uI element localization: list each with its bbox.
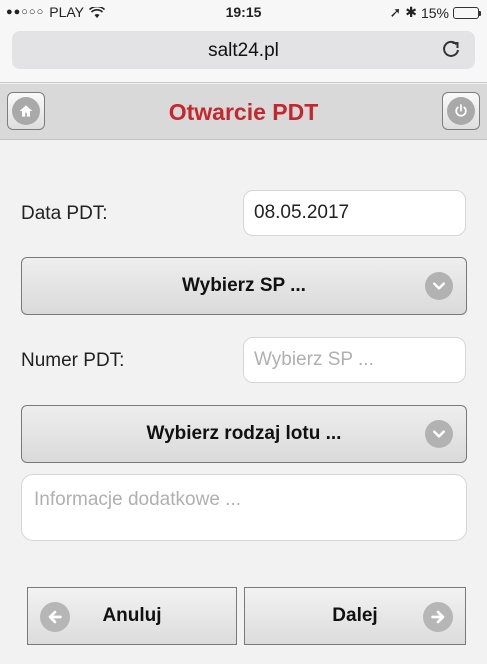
- battery-icon: [453, 6, 481, 19]
- page-title: Otwarcie PDT: [168, 99, 319, 125]
- app-header: Otwarcie PDT: [0, 84, 487, 140]
- browser-toolbar: salt24.pl: [0, 26, 487, 83]
- number-field[interactable]: Wybierz SP ...: [243, 337, 466, 383]
- address-bar[interactable]: salt24.pl: [12, 31, 475, 69]
- power-icon: [447, 97, 475, 125]
- next-button[interactable]: Dalej: [244, 587, 466, 645]
- reload-icon[interactable]: [441, 39, 461, 59]
- number-label: Numer PDT:: [21, 350, 125, 371]
- battery-percent: 15%: [420, 4, 449, 21]
- bluetooth-icon: ✱: [405, 4, 417, 20]
- cancel-button-label: Anuluj: [102, 605, 162, 626]
- flight-type-select[interactable]: Wybierz rodzaj lotu ...: [21, 405, 467, 463]
- additional-info-textarea[interactable]: Informacje dodatkowe ...: [21, 474, 467, 541]
- cancel-button[interactable]: Anuluj: [27, 587, 237, 645]
- sp-select-label: Wybierz SP ...: [182, 275, 306, 296]
- date-field[interactable]: 08.05.2017: [243, 190, 466, 236]
- sp-select[interactable]: Wybierz SP ...: [21, 257, 467, 315]
- address-url[interactable]: salt24.pl: [12, 40, 475, 62]
- chevron-down-icon: [425, 420, 453, 448]
- flight-type-select-label: Wybierz rodzaj lotu ...: [146, 423, 342, 444]
- status-right: ➚ ✱ 15%: [389, 4, 481, 21]
- status-bar: ●●○○○ PLAY 19:15 ➚ ✱ 15%: [0, 0, 487, 26]
- location-icon: ➚: [389, 4, 402, 20]
- chevron-down-icon: [425, 272, 453, 300]
- arrow-left-icon: [40, 602, 70, 632]
- arrow-right-icon: [423, 602, 453, 632]
- logout-button[interactable]: [442, 92, 480, 130]
- next-button-label: Dalej: [332, 605, 378, 626]
- date-label: Data PDT:: [21, 203, 108, 224]
